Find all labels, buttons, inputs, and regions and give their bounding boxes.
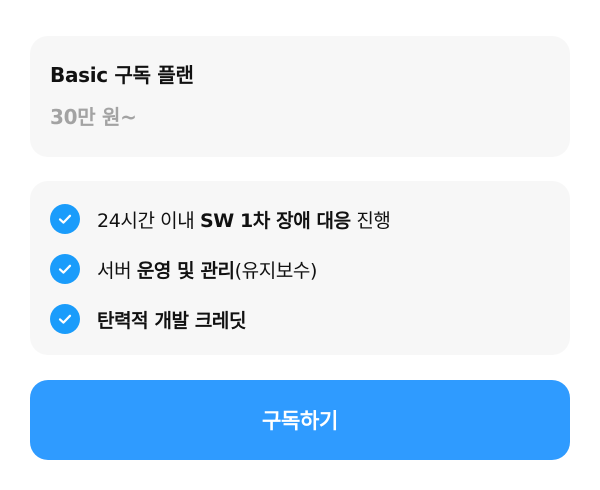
feature-text: 탄력적 개발 크레딧 [97,306,246,333]
feature-text-bold: 탄력적 개발 크레딧 [97,309,247,332]
feature-text-bold: 운영 및 관리 [136,259,235,282]
subscribe-button[interactable]: 구독하기 [30,380,570,460]
features-card: 24시간 이내 SW 1차 장애 대응 진행 서버 운영 및 관리(유지보수) … [30,181,570,355]
feature-item: 서버 운영 및 관리(유지보수) [50,254,550,284]
plan-price: 30만 원~ [50,105,137,129]
feature-item: 24시간 이내 SW 1차 장애 대응 진행 [50,204,550,234]
feature-text: 서버 운영 및 관리(유지보수) [97,256,317,283]
feature-item: 탄력적 개발 크레딧 [50,304,550,334]
feature-text-part: (유지보수) [234,259,318,282]
check-circle-icon [50,304,80,334]
feature-text-part: 서버 [97,259,137,282]
feature-text: 24시간 이내 SW 1차 장애 대응 진행 [97,206,391,233]
feature-text-part: 진행 [350,209,391,232]
check-circle-icon [50,204,80,234]
plan-card: Basic 구독 플랜 30만 원~ [30,36,570,157]
check-circle-icon [50,254,80,284]
feature-text-part: 24시간 이내 [97,209,200,232]
feature-text-bold: SW 1차 장애 대응 [199,209,351,232]
plan-title: Basic 구독 플랜 [50,63,194,87]
